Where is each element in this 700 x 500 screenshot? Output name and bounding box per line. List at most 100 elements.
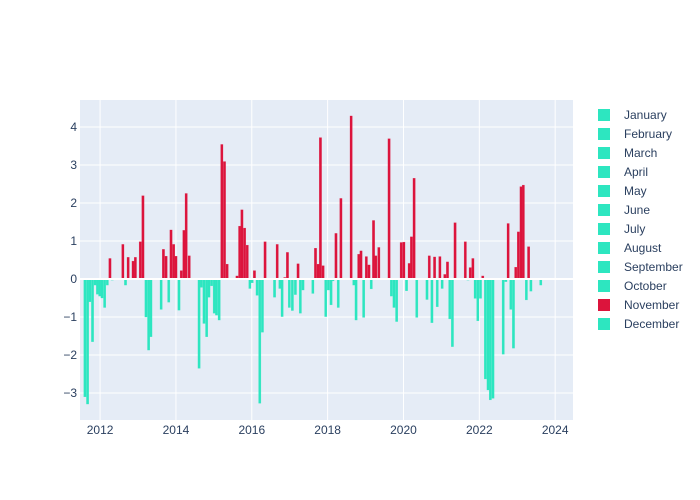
bar [291,278,294,311]
bar [280,278,284,317]
bar [476,278,480,322]
legend-swatch [598,242,610,254]
bar [243,227,246,280]
bar [215,278,218,316]
bar [506,223,510,280]
bar [174,255,178,280]
legend-swatch [598,185,610,197]
bar [329,278,333,306]
bar [287,278,291,308]
bar [187,255,191,280]
bar [88,278,92,303]
bar [273,278,276,298]
bar [463,241,467,280]
bar [374,255,378,280]
legend-item-june[interactable]: June [598,203,650,217]
legend-label: September [624,260,683,274]
bar [205,278,209,337]
bar [103,278,106,308]
bar [471,258,475,280]
bar [336,278,340,308]
x-tick-label: 2014 [163,423,190,437]
bar [435,278,439,307]
bar [212,278,216,314]
bar [100,278,104,299]
bar [529,278,533,292]
bar [162,249,165,280]
legend-label: January [624,108,667,122]
bar [311,278,315,294]
x-tick-label: 2022 [466,423,493,437]
bar [512,278,515,349]
bar [349,115,353,280]
y-tick-label: 0 [70,272,77,286]
bar [96,278,99,295]
bar [147,278,150,351]
legend-item-january[interactable]: January [598,108,667,122]
bar [217,278,221,321]
bar [364,256,368,280]
bar [263,241,267,280]
bar [479,278,482,299]
legend-swatch [598,299,610,311]
bar [179,270,183,280]
legend-label: November [624,298,679,312]
bar [275,244,279,280]
bar [245,244,249,280]
bar [399,242,403,280]
legend-swatch [598,204,610,216]
y-tick-label: −2 [63,348,77,362]
bar [405,278,408,291]
legend-label: July [624,222,645,236]
bar [433,256,436,280]
legend-label: August [624,241,662,255]
bar [395,278,399,322]
bar [197,278,201,369]
legend-swatch [598,223,610,235]
bar [427,255,431,280]
bar [202,278,206,324]
legend-label: February [624,127,672,141]
bar [491,278,495,399]
bar [126,257,130,280]
legend-item-august[interactable]: August [598,241,662,255]
bar [425,278,429,300]
bar [527,246,530,280]
bar [210,278,213,287]
bar [410,236,413,280]
bar [91,278,94,342]
bar [159,278,163,310]
bar [167,278,171,303]
bar [253,270,256,280]
bar [258,278,262,404]
bar [182,230,186,280]
bar [387,138,391,280]
bar [172,244,176,280]
y-tick-label: 1 [70,234,77,248]
bar [177,278,181,311]
bar [389,278,393,297]
bar [354,278,358,321]
bar [501,278,505,355]
bar [324,278,328,317]
bar [451,278,454,347]
legend-swatch [598,318,610,330]
legend-swatch [598,280,610,292]
bar [316,263,320,280]
bar [334,233,338,280]
legend-item-february[interactable]: February [598,127,672,141]
x-tick-label: 2016 [238,423,265,437]
bar [108,258,112,280]
legend-label: October [624,279,667,293]
legend-item-october[interactable]: October [598,279,667,293]
legend-swatch [598,147,610,159]
bar [488,278,492,401]
bar [138,241,142,280]
legend-item-march[interactable]: March [598,146,657,160]
y-tick-label: 2 [70,196,77,210]
bar [169,229,173,280]
bar [415,278,419,318]
bar [238,225,242,280]
bar [440,278,444,289]
bar [514,267,518,280]
